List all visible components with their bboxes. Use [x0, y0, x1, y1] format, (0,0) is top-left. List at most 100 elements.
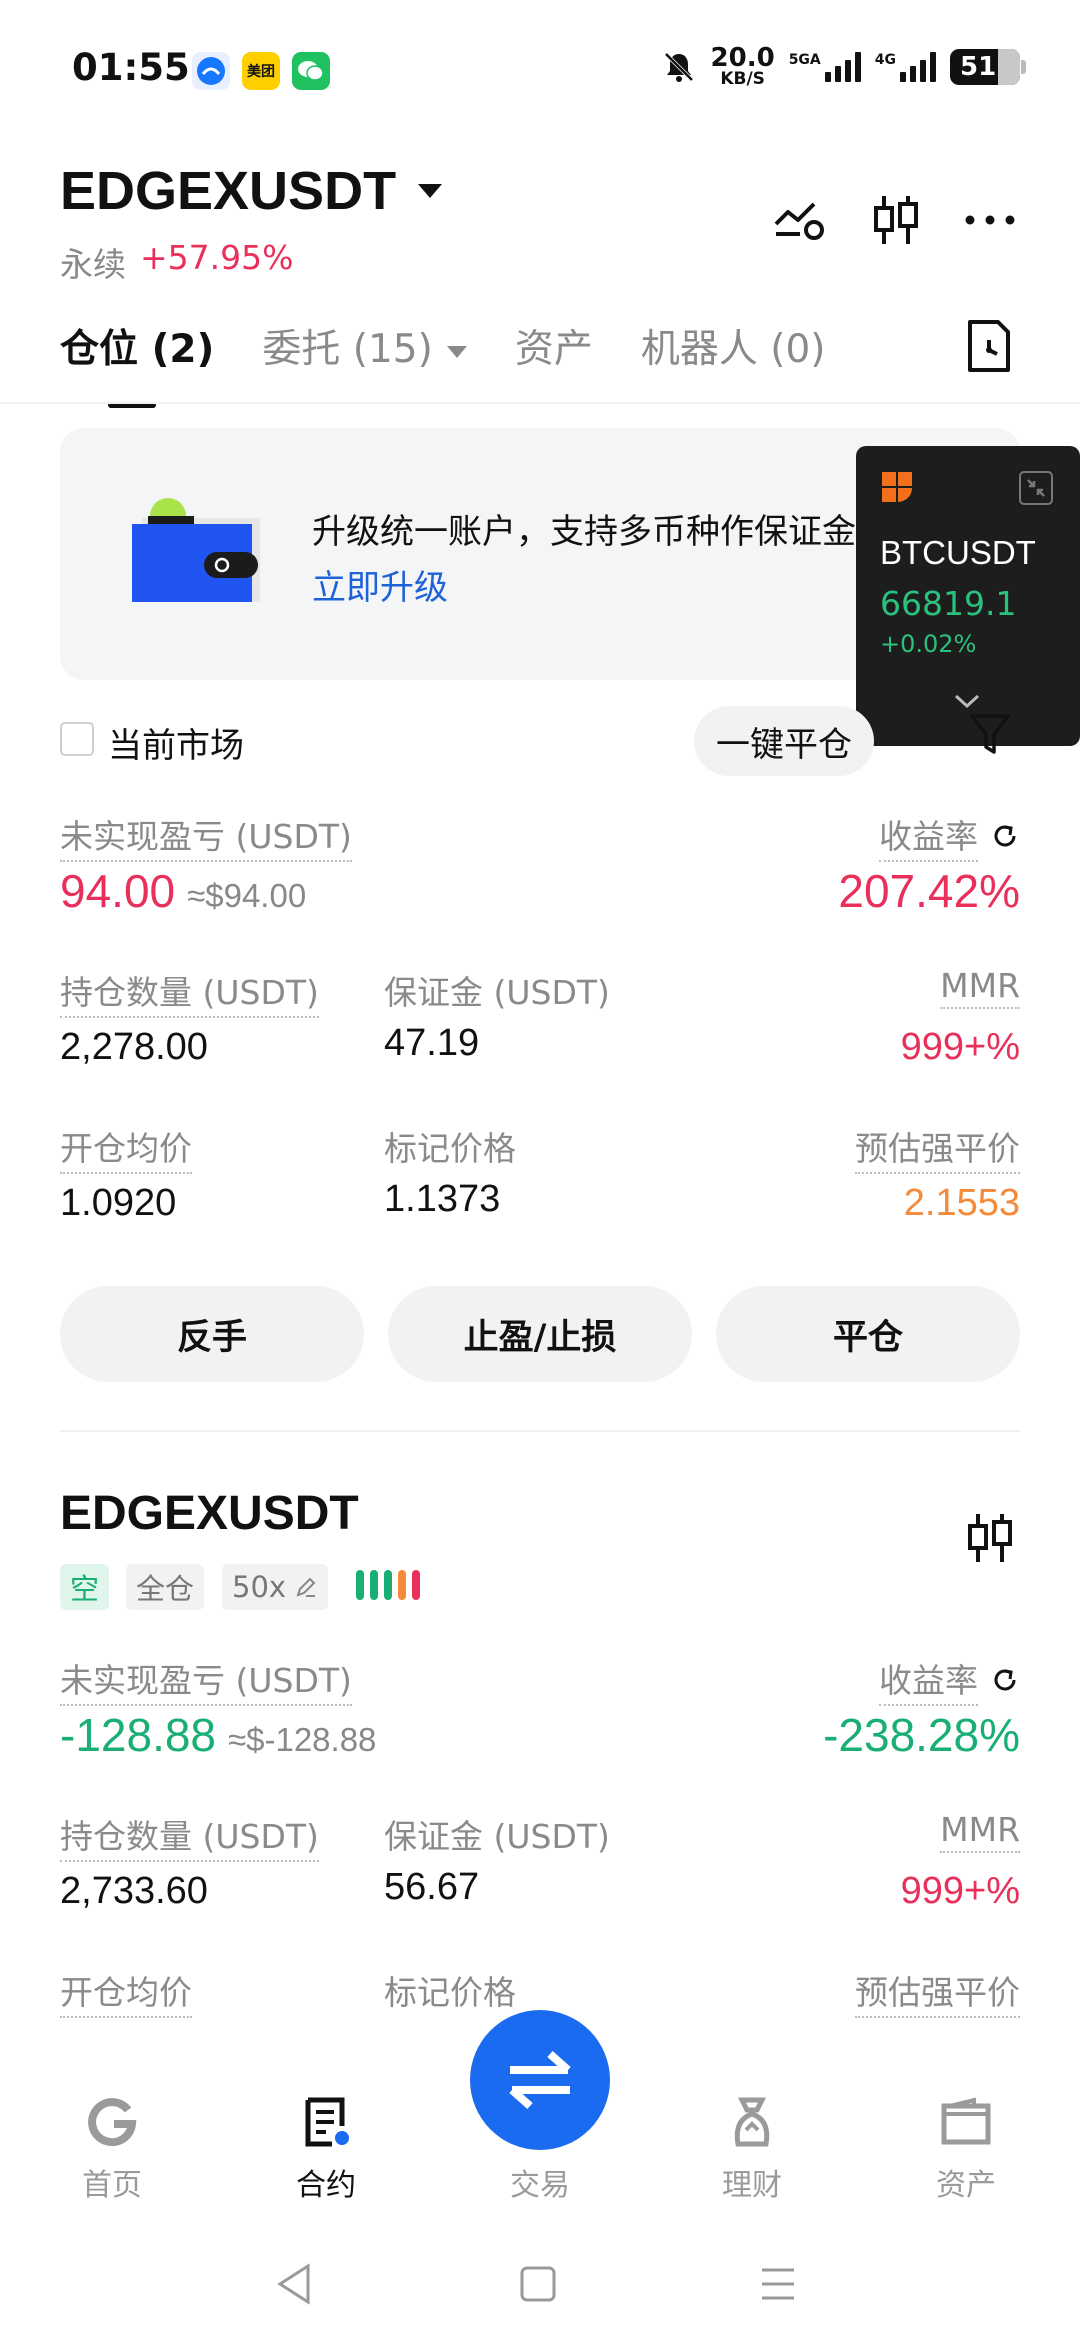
symbol-selector[interactable]: EDGEXUSDT — [60, 160, 443, 222]
nav-assets-label: 资产 — [936, 2168, 996, 2203]
floating-symbol: BTCUSDT — [880, 534, 1036, 571]
roe-header: 收益率 — [879, 1654, 1020, 1706]
roe-value: -238.28% — [823, 1709, 1020, 1761]
system-back-icon[interactable] — [274, 2262, 314, 2306]
entry-price-label[interactable]: 开仓均价 — [60, 1966, 192, 2018]
status-time: 01:55 — [72, 46, 190, 89]
history-document-icon[interactable] — [962, 316, 1016, 376]
tab-orders[interactable]: 委托 (15) — [262, 318, 467, 374]
mmr-value: 999+% — [900, 1026, 1020, 1068]
liq-price-label[interactable]: 预估强平价 — [855, 1966, 1020, 2018]
mark-price-label: 标记价格 — [384, 1973, 516, 2012]
roe-label[interactable]: 收益率 — [879, 810, 978, 862]
banner-text: 升级统一账户，支持多币种作保证金。 — [312, 512, 890, 552]
chevron-down-icon[interactable] — [952, 692, 982, 712]
position2-symbol[interactable]: EDGEXUSDT — [60, 1486, 359, 1541]
roe-header: 收益率 — [879, 810, 1020, 862]
trade-button[interactable] — [470, 2010, 610, 2150]
unrealized-pnl-label[interactable]: 未实现盈亏 (USDT) — [60, 810, 352, 862]
nav-earn-label: 理财 — [722, 2168, 782, 2203]
liq-price-label[interactable]: 预估强平价 — [855, 1122, 1020, 1174]
alipay-icon — [192, 52, 230, 90]
floating-change: +0.02% — [880, 630, 977, 658]
earn-bag-icon — [734, 2097, 770, 2147]
nav-assets[interactable]: 资产 — [896, 2094, 1036, 2204]
mmr-label[interactable]: MMR — [940, 966, 1020, 1009]
nav-earn[interactable]: 理财 — [682, 2094, 822, 2204]
margin-value: 47.19 — [384, 1022, 480, 1064]
leverage-badge[interactable]: 50x — [222, 1564, 329, 1610]
wallet-illustration-icon — [132, 498, 260, 602]
entry-price-value: 1.0920 — [60, 1182, 177, 1224]
roe-value: 207.42% — [838, 865, 1020, 917]
close-position-button[interactable]: 平仓 — [716, 1286, 1020, 1382]
net-speed: 20.0 KB/S — [710, 43, 775, 89]
wechat-icon — [292, 52, 330, 90]
side-badge: 空 — [60, 1564, 110, 1610]
position-size-value: 2,733.60 — [60, 1870, 208, 1912]
unrealized-pnl-approx: ≈$-128.88 — [228, 1721, 377, 1758]
current-market-label: 当前市场 — [108, 726, 244, 766]
mark-price-value: 1.1373 — [384, 1178, 501, 1220]
position-size-value: 2,278.00 — [60, 1026, 208, 1068]
tp-sl-button[interactable]: 止盈/止损 — [388, 1286, 692, 1382]
nav-home-label: 首页 — [82, 2168, 142, 2203]
battery-icon: 51 — [950, 49, 1026, 85]
position-size-label[interactable]: 持仓数量 (USDT) — [60, 966, 319, 1018]
futures-document-icon — [305, 2097, 349, 2147]
filter-icon[interactable] — [968, 712, 1012, 758]
upgrade-now-link[interactable]: 立即升级 — [312, 560, 448, 609]
wallet-icon — [941, 2097, 991, 2145]
margin-mode-badge: 全仓 — [126, 1564, 205, 1610]
mmr-value: 999+% — [900, 1870, 1020, 1912]
position-separator — [60, 1430, 1020, 1432]
unrealized-pnl-value: -128.88 — [60, 1709, 217, 1761]
nav-home[interactable]: 首页 — [42, 2094, 182, 2204]
symbol-title: EDGEXUSDT — [60, 161, 397, 221]
roe-label[interactable]: 收益率 — [879, 1654, 978, 1706]
floating-price: 66819.1 — [880, 584, 1017, 623]
more-icon[interactable] — [960, 190, 1020, 250]
entry-price-label[interactable]: 开仓均价 — [60, 1122, 192, 1174]
change-percent: +57.95% — [140, 238, 294, 277]
chart-trend-icon[interactable] — [770, 190, 830, 250]
caret-down-icon — [446, 345, 467, 358]
exchange-logo-icon — [880, 470, 914, 504]
share-refresh-icon[interactable] — [990, 1665, 1020, 1695]
close-all-button[interactable]: 一键平仓 — [694, 706, 874, 776]
signal-5ga-icon: 5GA — [789, 52, 861, 82]
unrealized-pnl: 94.00 ≈$94.00 — [60, 864, 306, 918]
nav-futures[interactable]: 合约 — [256, 2094, 396, 2204]
margin-label: 保证金 (USDT) — [384, 973, 610, 1012]
mmr-label[interactable]: MMR — [940, 1810, 1020, 1853]
share-refresh-icon[interactable] — [990, 821, 1020, 851]
mark-price-label: 标记价格 — [384, 1129, 516, 1168]
mute-bell-icon — [664, 52, 693, 82]
home-icon — [88, 2098, 137, 2147]
margin-value: 56.67 — [384, 1866, 480, 1908]
tab-bots[interactable]: 机器人 (0) — [641, 318, 826, 374]
collapse-icon[interactable] — [1018, 470, 1054, 506]
caret-down-icon — [418, 184, 443, 198]
position-size-label[interactable]: 持仓数量 (USDT) — [60, 1810, 319, 1862]
margin-label: 保证金 (USDT) — [384, 1817, 610, 1856]
unrealized-pnl-label[interactable]: 未实现盈亏 (USDT) — [60, 1654, 352, 1706]
candlestick-icon[interactable] — [960, 1508, 1020, 1568]
tab-assets[interactable]: 资产 — [515, 318, 593, 374]
unrealized-pnl-value: 94.00 — [60, 865, 176, 917]
adl-indicator — [356, 1570, 420, 1600]
candlestick-icon[interactable] — [866, 190, 926, 250]
leverage-value: 50x — [232, 1570, 287, 1604]
tab-positions[interactable]: 仓位 (2) — [60, 318, 214, 408]
system-home-icon[interactable] — [518, 2262, 558, 2306]
reverse-button[interactable]: 反手 — [60, 1286, 364, 1382]
symbol-subline: 永续 +57.95% — [60, 238, 293, 286]
current-market-checkbox[interactable] — [60, 722, 94, 756]
swap-arrows-icon — [509, 2051, 571, 2109]
nav-trade-label[interactable]: 交易 — [470, 2160, 610, 2204]
edit-pencil-icon — [296, 1577, 316, 1597]
system-menu-icon[interactable] — [758, 2262, 798, 2306]
position-tabs: 仓位 (2) 委托 (15) 资产 机器人 (0) — [60, 318, 874, 408]
unrealized-pnl-approx: ≈$94.00 — [187, 877, 307, 914]
signal-4g-icon: 4G — [875, 52, 936, 82]
